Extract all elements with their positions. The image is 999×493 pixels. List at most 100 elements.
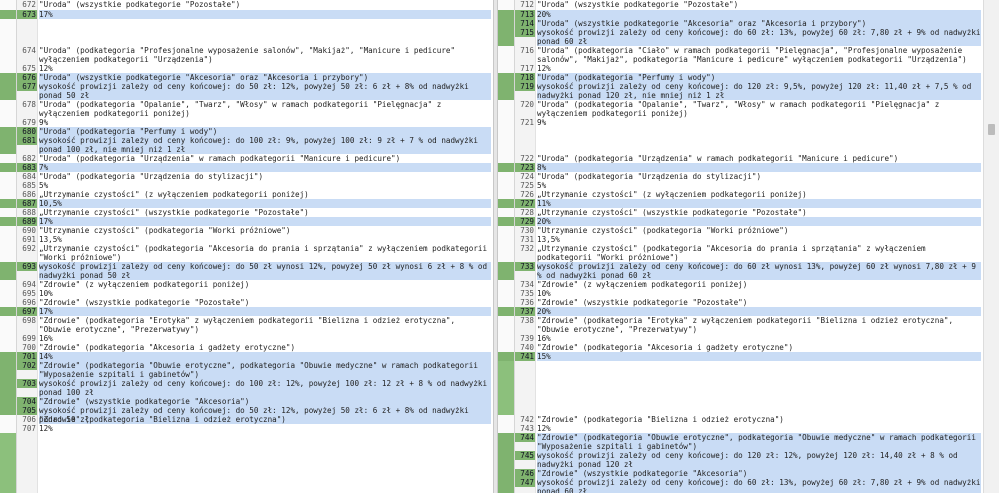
diff-line[interactable]: 715 wysokość prowizji zależy od ceny końc… xyxy=(498,28,983,46)
diff-line[interactable]: 686 „Utrzymanie czystości" (z wyłączeniem… xyxy=(0,190,493,199)
diff-line[interactable]: 707 12% xyxy=(0,424,493,433)
diff-line[interactable]: 695 10% xyxy=(0,289,493,298)
diff-line[interactable]: 737 20% xyxy=(498,307,983,316)
line-number: 737 xyxy=(515,307,535,316)
line-text: "Uroda" (podkategoria "Perfumy i wody") xyxy=(537,73,981,82)
diff-line[interactable]: 746 "Zdrowie" (wszystkie podkategorie "Ak… xyxy=(498,469,983,478)
diff-line[interactable]: 744 "Zdrowie" (podkategoria "Obuwie eroty… xyxy=(498,433,983,451)
change-marker xyxy=(498,307,514,316)
line-text: „Utrzymanie czystości" (wszystkie podkat… xyxy=(39,208,309,217)
diff-line[interactable]: 714 "Uroda" (wszystkie podkategorie "Akce… xyxy=(498,19,983,28)
diff-line[interactable]: 727 11% xyxy=(498,199,983,208)
diff-line[interactable]: 728 „Utrzymanie czystości" (wszystkie pod… xyxy=(498,208,983,217)
diff-line[interactable]: 690 "Utrzymanie czystości" (podkategoria … xyxy=(0,226,493,235)
line-number: 736 xyxy=(520,298,534,307)
diff-line[interactable]: 733 wysokość prowizji zależy od ceny końc… xyxy=(498,262,983,280)
diff-line[interactable]: 742 "Zdrowie" (podkategoria "Bielizna i o… xyxy=(498,415,983,424)
diff-line[interactable]: 693 wysokość prowizji zależy od ceny końc… xyxy=(0,262,493,280)
diff-line[interactable]: 689 17% xyxy=(0,217,493,226)
line-text: 16% xyxy=(537,334,551,343)
diff-line[interactable] xyxy=(0,19,493,46)
diff-line[interactable]: 736 "Zdrowie" (wszystkie podkategorie "Po… xyxy=(498,298,983,307)
diff-line[interactable]: 704 "Zdrowie" (wszystkie podkategorie "Ak… xyxy=(0,397,493,406)
diff-line[interactable]: 684 "Uroda" (podkategoria "Urządzenia do … xyxy=(0,172,493,181)
diff-line[interactable]: 673 17% xyxy=(0,10,493,19)
diff-line[interactable]: 739 16% xyxy=(498,334,983,343)
diff-line[interactable]: 700 "Zdrowie" (podkategoria "Akcesoria i … xyxy=(0,343,493,352)
diff-line[interactable]: 701 14% xyxy=(0,352,493,361)
diff-line[interactable]: 697 17% xyxy=(0,307,493,316)
diff-line[interactable]: 747 wysokość prowizji zależy od ceny końc… xyxy=(498,478,983,493)
diff-line[interactable]: 681 wysokość prowizji zależy od ceny końc… xyxy=(0,136,493,154)
change-marker xyxy=(0,235,16,244)
diff-line[interactable]: 721 9% xyxy=(498,118,983,127)
diff-line[interactable]: 698 "Zdrowie" (podkategoria "Erotyka" z w… xyxy=(0,316,493,334)
diff-line[interactable]: 678 "Uroda" (podkategoria "Opalanie", "Tw… xyxy=(0,100,493,118)
diff-line[interactable]: 726 „Utrzymanie czystości" (z wyłączeniem… xyxy=(498,190,983,199)
diff-line[interactable]: 722 "Uroda" (podkategoria "Urządzenia" w … xyxy=(498,154,983,163)
diff-line[interactable]: 720 "Uroda" (podkategoria "Opalanie", "Tw… xyxy=(498,100,983,118)
diff-line[interactable]: 713 20% xyxy=(498,10,983,19)
diff-line[interactable]: 675 12% xyxy=(0,64,493,73)
diff-line[interactable]: 685 5% xyxy=(0,181,493,190)
change-marker xyxy=(0,289,16,298)
diff-line[interactable]: 723 8% xyxy=(498,163,983,172)
diff-line[interactable]: 745 wysokość prowizji zależy od ceny końc… xyxy=(498,451,983,469)
right-diff-pane[interactable]: 712 "Uroda" (wszystkie podkategorie "Pozo… xyxy=(498,0,983,493)
diff-line[interactable]: 743 12% xyxy=(498,424,983,433)
diff-line[interactable]: 696 "Zdrowie" (wszystkie podkategorie "Po… xyxy=(0,298,493,307)
diff-line[interactable]: 683 7% xyxy=(0,163,493,172)
diff-line[interactable]: 692 „Utrzymanie czystości" (podkategoria … xyxy=(0,244,493,262)
diff-line[interactable]: 735 10% xyxy=(498,289,983,298)
diff-line[interactable]: 716 "Uroda" (podkategoria "Ciało" w ramac… xyxy=(498,46,983,64)
line-number: 684 xyxy=(22,172,36,181)
scrollbar-thumb[interactable] xyxy=(988,124,995,135)
change-marker xyxy=(0,46,16,64)
diff-line[interactable]: 687 10,5% xyxy=(0,199,493,208)
diff-line[interactable]: 680 "Uroda" (podkategoria "Perfumy i wody… xyxy=(0,127,493,136)
diff-line[interactable]: 730 "Utrzymanie czystości" (podkategoria … xyxy=(498,226,983,235)
diff-gap-block[interactable] xyxy=(498,361,983,415)
diff-line[interactable]: 672 "Uroda" (wszystkie podkategorie "Pozo… xyxy=(0,0,493,9)
diff-line[interactable]: 731 13,5% xyxy=(498,235,983,244)
diff-line[interactable]: 724 "Uroda" (podkategoria "Urządzenia do … xyxy=(498,172,983,181)
diff-line[interactable]: 719 wysokość prowizji zależy od ceny końc… xyxy=(498,82,983,100)
line-number: 732 xyxy=(520,244,534,253)
diff-line[interactable]: 741 15% xyxy=(498,352,983,361)
diff-line[interactable]: 677 wysokość prowizji zależy od ceny końc… xyxy=(0,82,493,100)
diff-line[interactable]: 718 "Uroda" (podkategoria "Perfumy i wody… xyxy=(498,73,983,82)
line-text: 12% xyxy=(39,64,53,73)
diff-line[interactable]: 740 "Zdrowie" (podkategoria "Akcesoria i … xyxy=(498,343,983,352)
change-marker xyxy=(498,478,514,493)
line-text: 13,5% xyxy=(537,235,560,244)
diff-line[interactable]: 706 "Zdrowie" (podkategoria "Bielizna i o… xyxy=(0,415,493,424)
left-diff-pane[interactable]: 672 "Uroda" (wszystkie podkategorie "Pozo… xyxy=(0,0,493,493)
line-number: 733 xyxy=(515,262,535,271)
diff-line[interactable]: 703 wysokość prowizji zależy od ceny końc… xyxy=(0,379,493,397)
diff-line[interactable]: 679 9% xyxy=(0,118,493,127)
diff-line[interactable]: 738 "Zdrowie" (podkategoria "Erotyka" z w… xyxy=(498,316,983,334)
diff-line[interactable]: 676 "Uroda" (wszystkie podkategorie "Akce… xyxy=(0,73,493,82)
diff-line[interactable]: 705 wysokość prowizji zależy od ceny końc… xyxy=(0,406,493,424)
diff-line[interactable]: 702 "Zdrowie" (podkategoria "Obuwie eroty… xyxy=(0,361,493,379)
line-number: 672 xyxy=(22,0,36,9)
vertical-scrollbar[interactable] xyxy=(983,0,999,493)
diff-line[interactable]: 682 "Uroda" (podkategoria "Urządzenia" w … xyxy=(0,154,493,163)
diff-line[interactable]: 691 13,5% xyxy=(0,235,493,244)
diff-line[interactable]: 694 "Zdrowie" (z wyłączeniem podkategorii… xyxy=(0,280,493,289)
line-number: 705 xyxy=(17,406,37,415)
change-marker xyxy=(498,469,514,478)
diff-line[interactable]: 712 "Uroda" (wszystkie podkategorie "Pozo… xyxy=(498,0,983,9)
diff-line[interactable]: 725 5% xyxy=(498,181,983,190)
diff-line[interactable]: 699 16% xyxy=(0,334,493,343)
change-marker xyxy=(0,73,16,82)
diff-gap-block[interactable] xyxy=(0,433,493,493)
diff-line[interactable]: 674 "Uroda" (podkategoria "Profesjonalne … xyxy=(0,46,493,64)
diff-line[interactable] xyxy=(498,127,983,154)
diff-line[interactable]: 732 „Utrzymanie czystości" (podkategoria … xyxy=(498,244,983,262)
diff-line[interactable]: 729 20% xyxy=(498,217,983,226)
line-number: 681 xyxy=(17,136,37,145)
diff-line[interactable]: 717 12% xyxy=(498,64,983,73)
diff-line[interactable]: 688 „Utrzymanie czystości" (wszystkie pod… xyxy=(0,208,493,217)
diff-line[interactable]: 734 "Zdrowie" (z wyłączeniem podkategorii… xyxy=(498,280,983,289)
